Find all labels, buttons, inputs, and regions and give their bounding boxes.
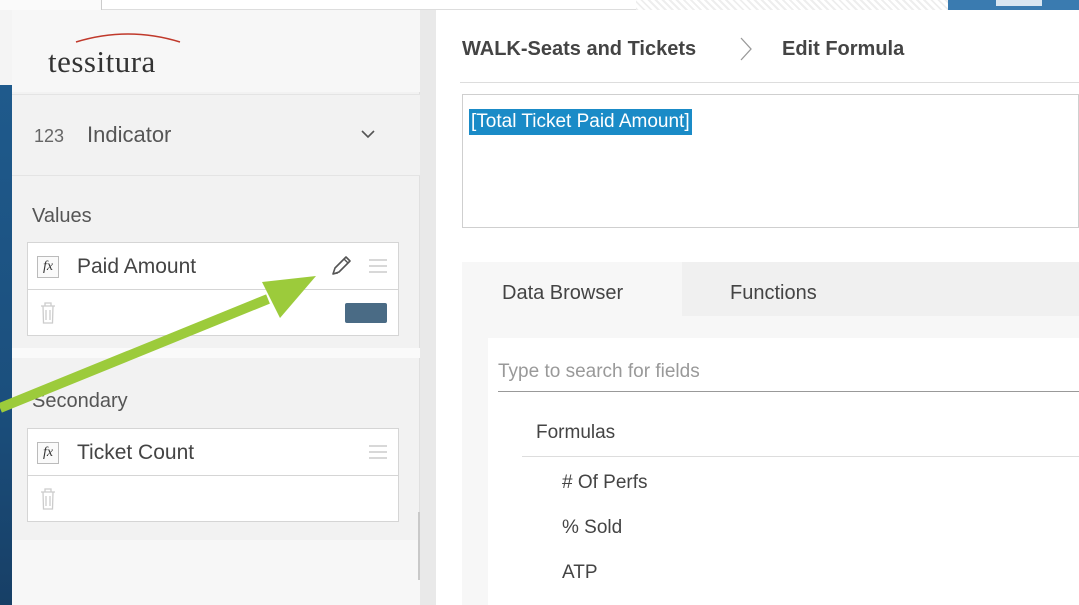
indicator-type-icon: 123 [34, 126, 65, 146]
secondary-section-title: Secondary [32, 390, 128, 412]
logo-swoosh-icon [75, 33, 181, 43]
edit-formula-panel: WALK-Seats and Tickets Edit Formula [Tot… [436, 10, 1079, 605]
paid-amount-field-label: Paid Amount [77, 255, 197, 278]
data-browser-area: Formulas # Of Perfs % Sold ATP [462, 316, 1079, 605]
formula-editor[interactable]: [Total Ticket Paid Amount] [462, 94, 1079, 228]
drag-handle-icon[interactable] [368, 258, 388, 274]
formulas-group-header[interactable]: Formulas [536, 422, 615, 444]
breadcrumb-current: Edit Formula [782, 38, 905, 60]
chevron-down-icon[interactable] [358, 128, 378, 140]
tab-data-browser[interactable]: Data Browser [462, 262, 682, 318]
pencil-edit-icon[interactable] [328, 253, 354, 279]
logo-area: tessitura [12, 10, 420, 92]
values-section-title: Values [32, 205, 92, 227]
fx-icon: fx [37, 256, 59, 278]
panel-gutter [420, 10, 436, 605]
values-field-card: fx Paid Amount [27, 242, 399, 336]
tab-functions[interactable]: Functions [730, 282, 817, 305]
trash-icon[interactable] [39, 487, 57, 511]
section-divider [12, 348, 420, 358]
slide-background-strip [0, 85, 12, 605]
indicator-type-label: Indicator [87, 122, 172, 147]
indicator-type-dropdown[interactable]: 123 Indicator [12, 94, 420, 176]
list-item[interactable]: % Sold [562, 517, 622, 539]
field-search-input[interactable] [498, 352, 1079, 392]
secondary-field-card: fx Ticket Count [27, 428, 399, 522]
toolbar-segment [636, 0, 948, 10]
breadcrumb-parent[interactable]: WALK-Seats and Tickets [462, 38, 696, 61]
data-browser-list: Formulas # Of Perfs % Sold ATP [488, 338, 1079, 605]
list-item[interactable]: # Of Perfs [562, 472, 648, 494]
list-item[interactable]: ATP [562, 562, 598, 584]
values-field-row[interactable]: fx Paid Amount [28, 243, 398, 290]
toolbar-segment [0, 0, 102, 10]
header-divider [460, 82, 1079, 83]
widget-settings-panel: tessitura 123 Indicator Values fx Paid A… [12, 10, 432, 605]
chevron-right-icon [740, 37, 752, 61]
drag-handle-icon[interactable] [368, 444, 388, 460]
trash-icon[interactable] [39, 301, 57, 325]
secondary-field-row[interactable]: fx Ticket Count [28, 429, 398, 476]
tab-data-browser-label: Data Browser [502, 282, 624, 304]
group-divider [522, 456, 1079, 457]
tab-bar: Data Browser Functions [462, 262, 1079, 318]
ticket-count-field-label: Ticket Count [77, 441, 195, 464]
top-toolbar-strip [0, 0, 1079, 10]
tessitura-logo: tessitura [48, 44, 156, 79]
toolbar-button[interactable] [948, 0, 1079, 10]
formula-selected-text[interactable]: [Total Ticket Paid Amount] [469, 109, 692, 135]
panel-footer [12, 540, 420, 605]
fx-icon: fx [37, 442, 59, 464]
series-color-swatch[interactable] [345, 303, 387, 323]
